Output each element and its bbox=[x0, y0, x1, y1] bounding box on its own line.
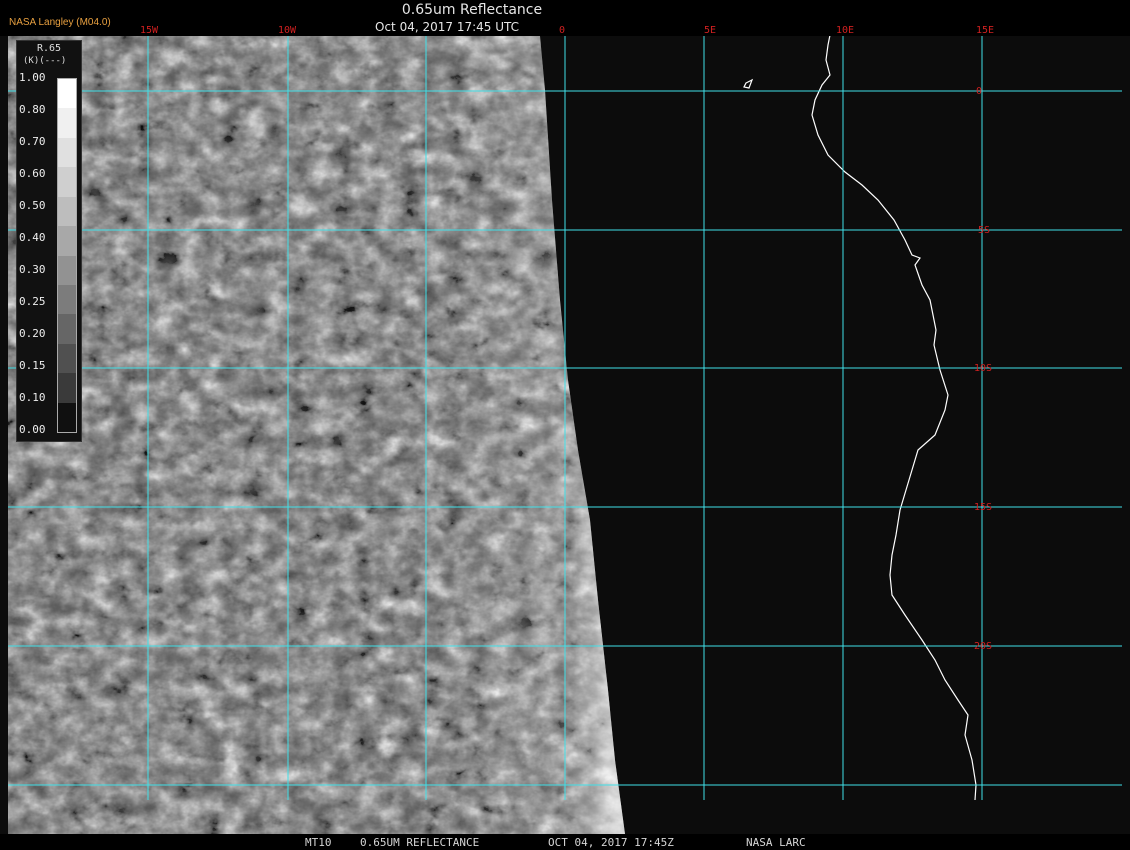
footer-bar: MT10 0.65UM REFLECTANCE OCT 04, 2017 17:… bbox=[0, 834, 1130, 850]
lat-label-20s: 20S bbox=[974, 641, 992, 652]
lon-label-5e: 5E bbox=[704, 25, 716, 36]
legend-tick: 0.70 bbox=[19, 135, 46, 148]
legend-tick: 1.00 bbox=[19, 71, 46, 84]
footer-source: NASA LARC bbox=[746, 836, 806, 849]
lon-label-10e: 10E bbox=[836, 25, 854, 36]
legend-tick: 0.20 bbox=[19, 327, 46, 340]
lat-label-10s: 10S bbox=[974, 363, 992, 374]
legend-tick: 0.10 bbox=[19, 391, 46, 404]
lon-label-10w: 10W bbox=[278, 25, 297, 36]
legend-tick: 0.15 bbox=[19, 359, 46, 372]
lat-label-15s: 15S bbox=[974, 502, 992, 513]
legend-tick: 0.80 bbox=[19, 103, 46, 116]
lon-label-15w: 15W bbox=[140, 25, 159, 36]
legend-title: R.65 bbox=[36, 43, 62, 54]
lon-label-0: 0 bbox=[559, 25, 565, 36]
legend-tick: 0.40 bbox=[19, 231, 46, 244]
legend-colorbar bbox=[57, 78, 77, 433]
legend-tick: 0.00 bbox=[19, 423, 46, 436]
footer-product: 0.65UM REFLECTANCE bbox=[360, 836, 480, 849]
legend-unit: (K)(---) bbox=[23, 56, 67, 66]
lat-label-5s: 5S bbox=[978, 225, 990, 236]
lon-label-15e: 15E bbox=[976, 25, 994, 36]
coordinate-labels: 15W 10W 0 5E 10E 15E 0 5S 10S 15S 20S bbox=[140, 25, 994, 652]
color-legend: R.65 (K)(---) 1.00 0.80 0.70 0.60 0.50 0… bbox=[16, 40, 82, 442]
legend-tick: 0.50 bbox=[19, 199, 46, 212]
legend-tick: 0.30 bbox=[19, 263, 46, 276]
footer-datetime: OCT 04, 2017 17:45Z bbox=[548, 836, 674, 849]
footer-satellite: MT10 bbox=[305, 836, 332, 849]
lat-label-0: 0 bbox=[976, 86, 982, 97]
legend-tick: 0.25 bbox=[19, 295, 46, 308]
legend-tick: 0.60 bbox=[19, 167, 46, 180]
